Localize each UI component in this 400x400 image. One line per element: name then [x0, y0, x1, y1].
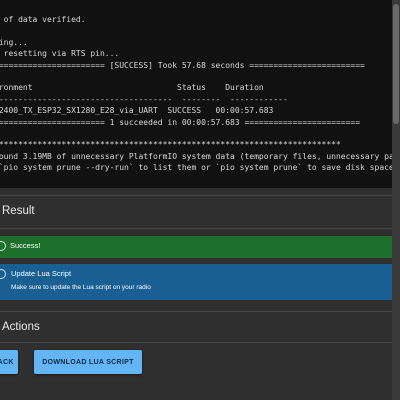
divider	[0, 228, 392, 229]
terminal-line: ======================= 1 succeeded in 0…	[0, 117, 361, 127]
success-text: Success!	[10, 241, 41, 250]
terminal-line: ------------------------------------- --…	[0, 94, 288, 104]
divider	[0, 195, 392, 196]
page-scrollbar[interactable]	[392, 0, 400, 400]
info-circle-icon	[0, 269, 6, 279]
terminal-line: `pio system prune --dry-run` to list the…	[0, 163, 392, 173]
success-banner: Success!	[0, 236, 392, 258]
terminal-line: ======================= [SUCCESS] Took 5…	[0, 60, 365, 70]
terminal-line: ****************************************…	[0, 140, 341, 150]
actions-heading: Actions	[2, 321, 40, 333]
terminal-line: ironment Status Duration	[0, 83, 264, 93]
scrollbar-thumb[interactable]	[393, 4, 399, 124]
download-lua-script-button[interactable]: DOWNLOAD LUA SCRIPT	[34, 350, 142, 374]
back-button[interactable]: BACK	[0, 350, 18, 374]
result-heading: Result	[2, 205, 35, 217]
terminal-line: ving...	[0, 37, 28, 47]
notice-text: Make sure to update the Lua script on yo…	[11, 284, 151, 291]
terminal-line: d resetting via RTS pin...	[0, 49, 120, 59]
terminal-line: _2400_TX_ESP32_SX1280_E28_via_UART SUCCE…	[0, 106, 274, 116]
divider	[0, 342, 392, 343]
build-log-terminal: h of data verified. ving... d resetting vi…	[0, 0, 392, 188]
terminal-line: h of data verified.	[0, 15, 86, 24]
lua-update-notice: Update Lua Script Make sure to update th…	[0, 264, 392, 300]
terminal-line: found 3.19MB of unnecessary PlatformIO s…	[0, 151, 392, 161]
notice-title: Update Lua Script	[11, 269, 72, 278]
divider	[0, 311, 392, 312]
check-circle-icon	[0, 241, 6, 251]
